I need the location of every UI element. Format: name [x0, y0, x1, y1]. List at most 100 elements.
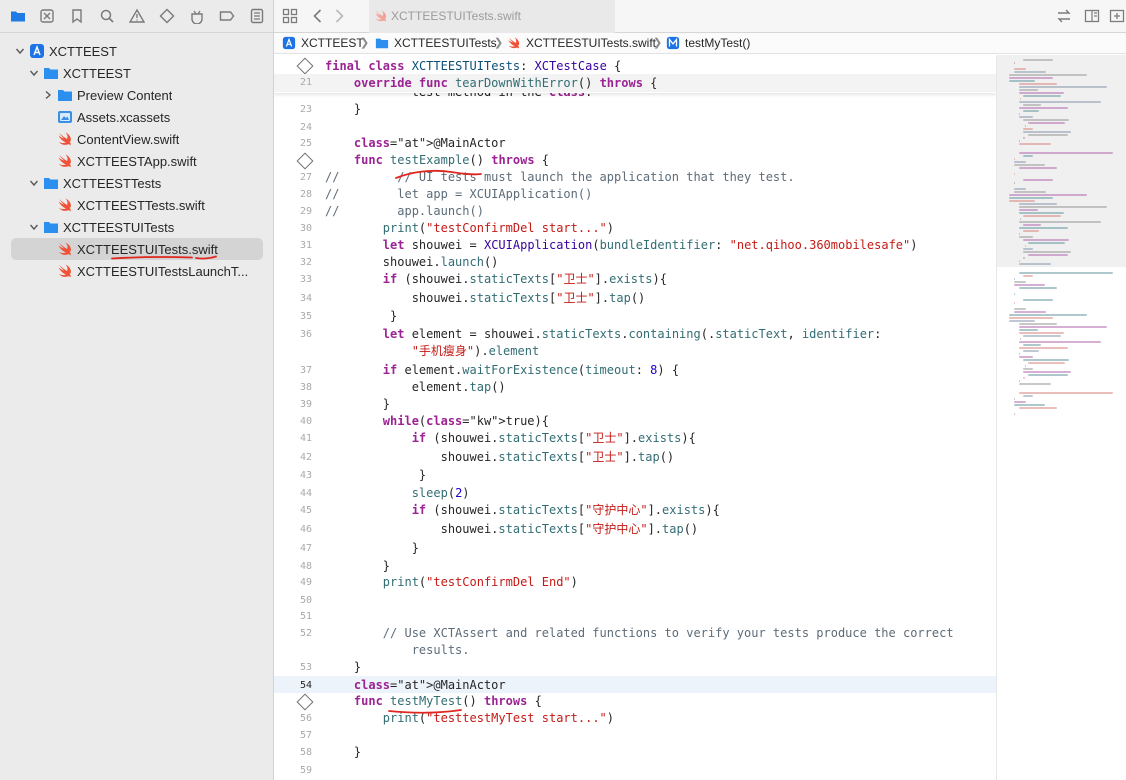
- report-icon[interactable]: [247, 6, 267, 26]
- editor-options-icon[interactable]: [1083, 7, 1101, 25]
- line-number: 52: [299, 628, 312, 639]
- line-number: 38: [299, 382, 312, 393]
- line-number: 53: [299, 662, 312, 673]
- bookmark-icon[interactable]: [67, 6, 87, 26]
- find-icon[interactable]: [97, 6, 117, 26]
- code-line: // app.launch(): [325, 204, 484, 218]
- chevron-right-icon[interactable]: [330, 7, 348, 25]
- minimap-line: [1013, 71, 1047, 73]
- minimap-line: [1023, 299, 1054, 301]
- code-line: print("testConfirmDel End"): [382, 575, 578, 589]
- minimap-line: [1028, 122, 1066, 124]
- line-number: 23: [299, 104, 312, 115]
- breadcrumb-separator: ❯: [360, 37, 370, 49]
- minimap-line: [1009, 74, 1087, 76]
- code-line: if (shouwei.staticTexts["卫士"].exists){: [411, 431, 696, 445]
- line-number: 59: [299, 765, 312, 776]
- tree-item-label: XCTTEESTTests: [63, 176, 162, 191]
- code-line: func testExample() throws {: [353, 153, 550, 167]
- editor-tab[interactable]: XCTTEESTUITests.swift: [369, 0, 615, 33]
- tree-item-tests-swift[interactable]: XCTTEESTTests.swift: [0, 194, 273, 216]
- tree-item-label: XCTTEESTApp.swift: [77, 154, 197, 169]
- chevron-down-icon[interactable]: [29, 178, 39, 188]
- code-line: }: [325, 660, 362, 674]
- minimap-line: [1013, 68, 1026, 70]
- minimap-line: [1023, 224, 1042, 226]
- code-line: shouwei.staticTexts["卫士"].tap(): [325, 450, 675, 464]
- tree-item-tests-folder[interactable]: XCTTEESTTests: [0, 172, 273, 194]
- grid-icon[interactable]: [281, 7, 299, 25]
- breadcrumb-file[interactable]: XCTTEESTUITests.swift: [507, 36, 656, 50]
- breakpoint-icon[interactable]: [217, 6, 237, 26]
- breadcrumb-label: XCTTEESTUITests: [394, 36, 497, 50]
- minimap-line: [1018, 221, 1102, 223]
- swift-file-icon: [507, 36, 521, 50]
- tree-item-label: XCTTEESTTests.swift: [77, 198, 205, 213]
- code-line: }: [325, 745, 362, 759]
- line-number: 50: [299, 595, 312, 606]
- folder-icon[interactable]: [8, 6, 28, 26]
- minimap-line: [1023, 335, 1061, 337]
- breadcrumb-method[interactable]: testMyTest(): [666, 36, 750, 50]
- source-control-icon[interactable]: [37, 6, 57, 26]
- breadcrumb-separator: ❯: [494, 37, 504, 49]
- minimap-line: [1018, 326, 1108, 328]
- breadcrumb-group[interactable]: XCTTEESTUITests: [375, 36, 497, 50]
- minimap-line: [1013, 173, 1015, 175]
- code-line: element.tap(): [325, 380, 506, 394]
- minimap-line: [1019, 218, 1021, 220]
- test-diamond-icon[interactable]: [296, 57, 314, 75]
- tree-item-preview-content[interactable]: Preview Content: [0, 84, 273, 106]
- related-items-icon[interactable]: [1055, 7, 1073, 25]
- code-line: let element = shouwei.staticTexts.contai…: [382, 327, 882, 341]
- minimap-line: [1023, 395, 1033, 397]
- code-line: }: [325, 309, 398, 323]
- source-editor[interactable]: test method in the class.23 }2425 class=…: [274, 55, 996, 780]
- minimap-line: [1023, 251, 1072, 253]
- minimap-line: [1024, 365, 1026, 367]
- tree-item-folder-xcttee[interactable]: XCTTEEST: [0, 62, 273, 84]
- tree-item-launch-tests[interactable]: XCTTEESTUITestsLaunchT...: [0, 260, 273, 282]
- tree-item-label: Preview Content: [77, 88, 173, 103]
- minimap-line: [1018, 107, 1068, 109]
- asset-catalog-icon: [57, 109, 73, 125]
- breadcrumb-project[interactable]: XCTTEEST: [282, 36, 364, 50]
- chevron-left-icon[interactable]: [309, 7, 327, 25]
- minimap-line: [1009, 314, 1087, 316]
- minimap-line: [1018, 233, 1020, 235]
- minimap-line: [1018, 83, 1057, 85]
- minimap-line: [1018, 353, 1020, 355]
- sticky-method-line: override func tearDownWithError() throws…: [353, 76, 658, 90]
- chevron-down-icon[interactable]: [29, 222, 39, 232]
- tree-item-assets[interactable]: Assets.xcassets: [0, 106, 273, 128]
- minimap-line: [1018, 383, 1051, 385]
- tree-item-contentview[interactable]: ContentView.swift: [0, 128, 273, 150]
- folder-icon: [43, 65, 59, 81]
- test-diamond-icon[interactable]: [296, 693, 314, 711]
- xcode-project-icon: [282, 36, 296, 50]
- tree-item-uitests-swift[interactable]: XCTTEESTUITests.swift: [0, 238, 273, 260]
- minimap-line: [1023, 59, 1054, 61]
- minimap-line: [1018, 356, 1033, 358]
- test-icon[interactable]: [157, 6, 177, 26]
- add-editor-icon[interactable]: [1108, 7, 1126, 25]
- tree-item-project[interactable]: XCTTEEST: [0, 40, 273, 62]
- test-diamond-icon[interactable]: [296, 152, 314, 170]
- tree-item-uitests-folder[interactable]: XCTTEESTUITests: [0, 216, 273, 238]
- chevron-down-icon[interactable]: [29, 68, 39, 78]
- line-number: 43: [299, 470, 312, 481]
- minimap-line: [1018, 206, 1108, 208]
- minimap-line: [1018, 332, 1065, 334]
- line-number: 45: [299, 505, 312, 516]
- minimap[interactable]: [996, 55, 1126, 780]
- minimap-line: [1009, 77, 1054, 79]
- minimap-line: [1023, 104, 1042, 106]
- issue-icon[interactable]: [127, 6, 147, 26]
- chevron-down-icon[interactable]: [15, 46, 25, 56]
- chevron-right-icon[interactable]: [43, 90, 53, 100]
- code-line: let shouwei = XCUIApplication(bundleIden…: [382, 238, 918, 252]
- tree-item-app-swift[interactable]: XCTTEESTApp.swift: [0, 150, 273, 172]
- minimap-line: [1018, 140, 1020, 142]
- minimap-line: [1028, 374, 1068, 376]
- debug-icon[interactable]: [187, 6, 207, 26]
